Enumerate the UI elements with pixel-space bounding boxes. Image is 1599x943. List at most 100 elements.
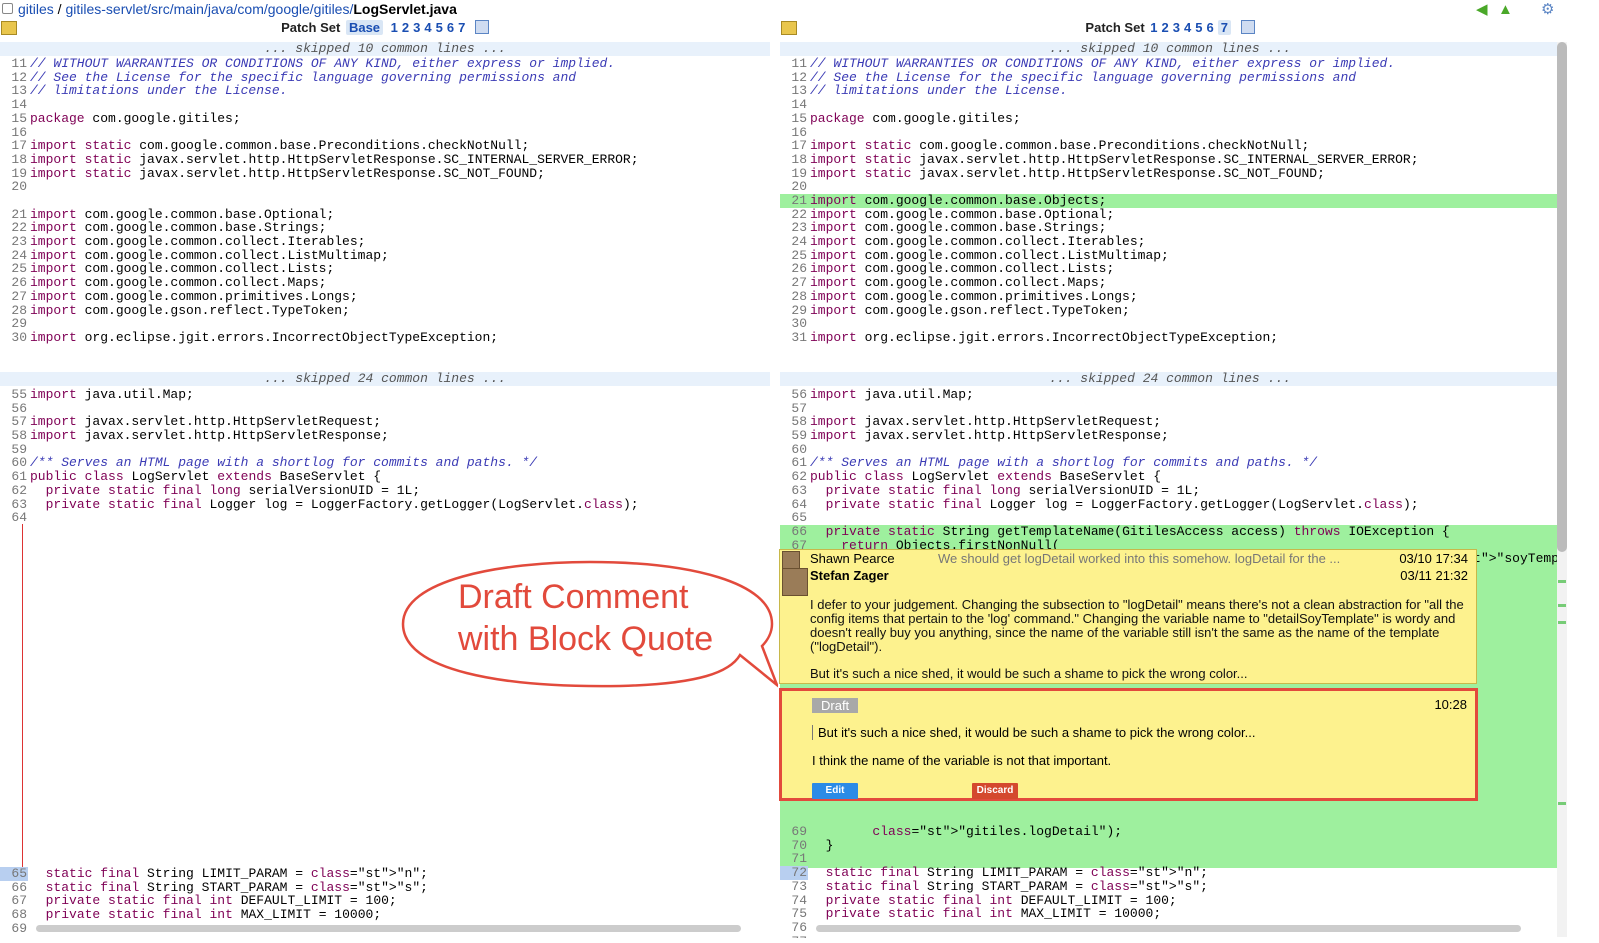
code-line[interactable]: 28 import com.google.common.primitives.Lo… (780, 290, 1560, 304)
code-line[interactable]: 57 import javax.servlet.http.HttpServletR… (0, 415, 770, 429)
code-line[interactable]: 27 import com.google.common.collect.Maps; (780, 276, 1560, 290)
code-line[interactable] (0, 194, 770, 208)
line-number[interactable]: 69 (780, 825, 808, 839)
patchset-4[interactable]: 4 (1184, 20, 1191, 35)
code-line[interactable]: 21 import com.google.common.base.Objects; (780, 194, 1560, 208)
line-number[interactable]: 65 (0, 867, 28, 881)
line-number[interactable]: 15 (0, 112, 28, 126)
line-number[interactable]: 62 (0, 484, 28, 498)
code-line[interactable]: 15 package com.google.gitiles; (0, 112, 770, 126)
line-number[interactable]: 18 (0, 153, 28, 167)
line-number[interactable]: 55 (0, 388, 28, 402)
code-line[interactable]: 68 private static final int MAX_LIMIT = … (0, 908, 770, 922)
code-line[interactable]: 20 (780, 180, 1560, 194)
line-number[interactable]: 20 (780, 180, 808, 194)
code-line[interactable]: 67 private static final int DEFAULT_LIMI… (0, 894, 770, 908)
line-number[interactable]: 13 (0, 84, 28, 98)
code-line[interactable]: 60/** Serves an HTML page with a shortlo… (0, 456, 770, 470)
code-line[interactable]: 58 import javax.servlet.http.HttpServletR… (780, 415, 1560, 429)
line-number[interactable]: 20 (0, 180, 28, 194)
line-number[interactable]: 27 (0, 290, 28, 304)
line-number[interactable]: 56 (780, 388, 808, 402)
patchset-4[interactable]: 4 (424, 20, 431, 35)
line-number[interactable]: 30 (780, 317, 808, 331)
line-number[interactable]: 61 (0, 470, 28, 484)
line-number[interactable]: 21 (780, 194, 808, 208)
code-line[interactable]: 71 (780, 852, 1560, 866)
download-icon[interactable] (474, 20, 489, 34)
code-line[interactable]: 62 private static final long serialVersi… (0, 484, 770, 498)
line-number[interactable]: 77 (780, 935, 808, 939)
patchset-3[interactable]: 3 (413, 20, 420, 35)
line-number[interactable]: 63 (780, 484, 808, 498)
code-line[interactable]: 17 import static com.google.common.base.P… (0, 139, 770, 153)
code-line[interactable]: 64 private static final Logger log = Log… (780, 498, 1560, 512)
code-line[interactable]: 75 private static final int MAX_LIMIT = … (780, 907, 1560, 921)
code-line[interactable]: 65 (780, 511, 1560, 525)
line-number[interactable]: 69 (0, 922, 28, 936)
line-number[interactable]: 76 (780, 921, 808, 935)
code-line[interactable]: 63 private static final Logger log = Log… (0, 498, 770, 512)
code-line[interactable]: 63 private static final long serialVersi… (780, 484, 1560, 498)
line-number[interactable]: 66 (780, 525, 808, 539)
line-number[interactable]: 73 (780, 880, 808, 894)
code-line[interactable]: 18 import static javax.servlet.http.HttpS… (0, 153, 770, 167)
code-line[interactable]: 22 import com.google.common.base.Strings; (0, 221, 770, 235)
line-number[interactable]: 65 (780, 511, 808, 525)
patchset-1[interactable]: 1 (1150, 20, 1157, 35)
code-line[interactable]: 72 static final String LIMIT_PARAM = cla… (780, 866, 1560, 880)
line-number[interactable]: 23 (0, 235, 28, 249)
patchset-5[interactable]: 5 (436, 20, 443, 35)
patchset-2[interactable]: 2 (1162, 20, 1169, 35)
code-line[interactable]: 19 import static javax.servlet.http.HttpS… (780, 167, 1560, 181)
code-line[interactable]: 31 import org.eclipse.jgit.errors.Incorre… (780, 331, 1560, 345)
comment-header[interactable]: Stefan Zager 03/11 21:32 (780, 568, 1476, 596)
code-line[interactable]: 55 import java.util.Map; (0, 388, 770, 402)
add-file-comment-icon[interactable] (781, 21, 797, 35)
code-line[interactable]: 26 import com.google.common.collect.Lists… (780, 262, 1560, 276)
patchset-2[interactable]: 2 (402, 20, 409, 35)
patchset-7[interactable]: 7 (1217, 20, 1231, 35)
code-line[interactable]: 61/** Serves an HTML page with a shortlo… (780, 456, 1560, 470)
code-line[interactable]: 58 import javax.servlet.http.HttpServletR… (0, 429, 770, 443)
code-line[interactable]: 61 public class LogServlet extends BaseSe… (0, 470, 770, 484)
line-number[interactable]: 31 (780, 331, 808, 345)
code-line[interactable]: 70 } (780, 839, 1560, 853)
line-number[interactable]: 11 (780, 57, 808, 71)
code-line[interactable]: 23 import com.google.common.collect.Itera… (0, 235, 770, 249)
line-number[interactable]: 61 (780, 456, 808, 470)
code-line[interactable]: 62 public class LogServlet extends BaseSe… (780, 470, 1560, 484)
code-line[interactable]: 69 class="st">"gitiles.logDetail"); (780, 825, 1560, 839)
code-line[interactable]: 27 import com.google.common.primitives.Lo… (0, 290, 770, 304)
patchset-7[interactable]: 7 (458, 20, 465, 35)
line-number[interactable]: 58 (780, 415, 808, 429)
code-line[interactable]: 30 import org.eclipse.jgit.errors.Incorre… (0, 331, 770, 345)
left-hscrollbar[interactable] (36, 925, 741, 932)
patchset-3[interactable]: 3 (1173, 20, 1180, 35)
patchset-1[interactable]: 1 (391, 20, 398, 35)
line-number[interactable]: 30 (0, 331, 28, 345)
skipped-lines-bar[interactable]: ... skipped 10 common lines ... (780, 42, 1560, 56)
line-number[interactable]: 17 (0, 139, 28, 153)
patchset-6[interactable]: 6 (447, 20, 454, 35)
line-number[interactable]: 17 (780, 139, 808, 153)
line-number[interactable]: 14 (0, 98, 28, 112)
line-number[interactable]: 26 (780, 262, 808, 276)
code-line[interactable]: 11// WITHOUT WARRANTIES OR CONDITIONS OF… (780, 57, 1560, 71)
patchset-base[interactable]: Base (345, 20, 384, 35)
line-number[interactable]: 59 (780, 429, 808, 443)
code-line[interactable]: 11// WITHOUT WARRANTIES OR CONDITIONS OF… (0, 57, 770, 71)
code-line[interactable]: 66 private static String getTemplateName… (780, 525, 1560, 539)
line-number[interactable]: 64 (0, 511, 28, 525)
code-line[interactable]: 14 (780, 98, 1560, 112)
download-icon[interactable] (1240, 20, 1255, 34)
patchset-5[interactable]: 5 (1195, 20, 1202, 35)
code-line[interactable]: 13// limitations under the License. (780, 84, 1560, 98)
breadcrumb-path-link[interactable]: gitiles-servlet/src/main/java/com/google… (65, 1, 353, 17)
code-line[interactable]: 28 import com.google.gson.reflect.TypeTok… (0, 304, 770, 318)
code-line[interactable]: 65 static final String LIMIT_PARAM = cla… (0, 867, 770, 881)
right-hscrollbar[interactable] (816, 925, 1521, 932)
code-line[interactable]: 25 import com.google.common.collect.Lists… (0, 262, 770, 276)
code-line[interactable]: 14 (0, 98, 770, 112)
line-number[interactable]: 15 (780, 112, 808, 126)
